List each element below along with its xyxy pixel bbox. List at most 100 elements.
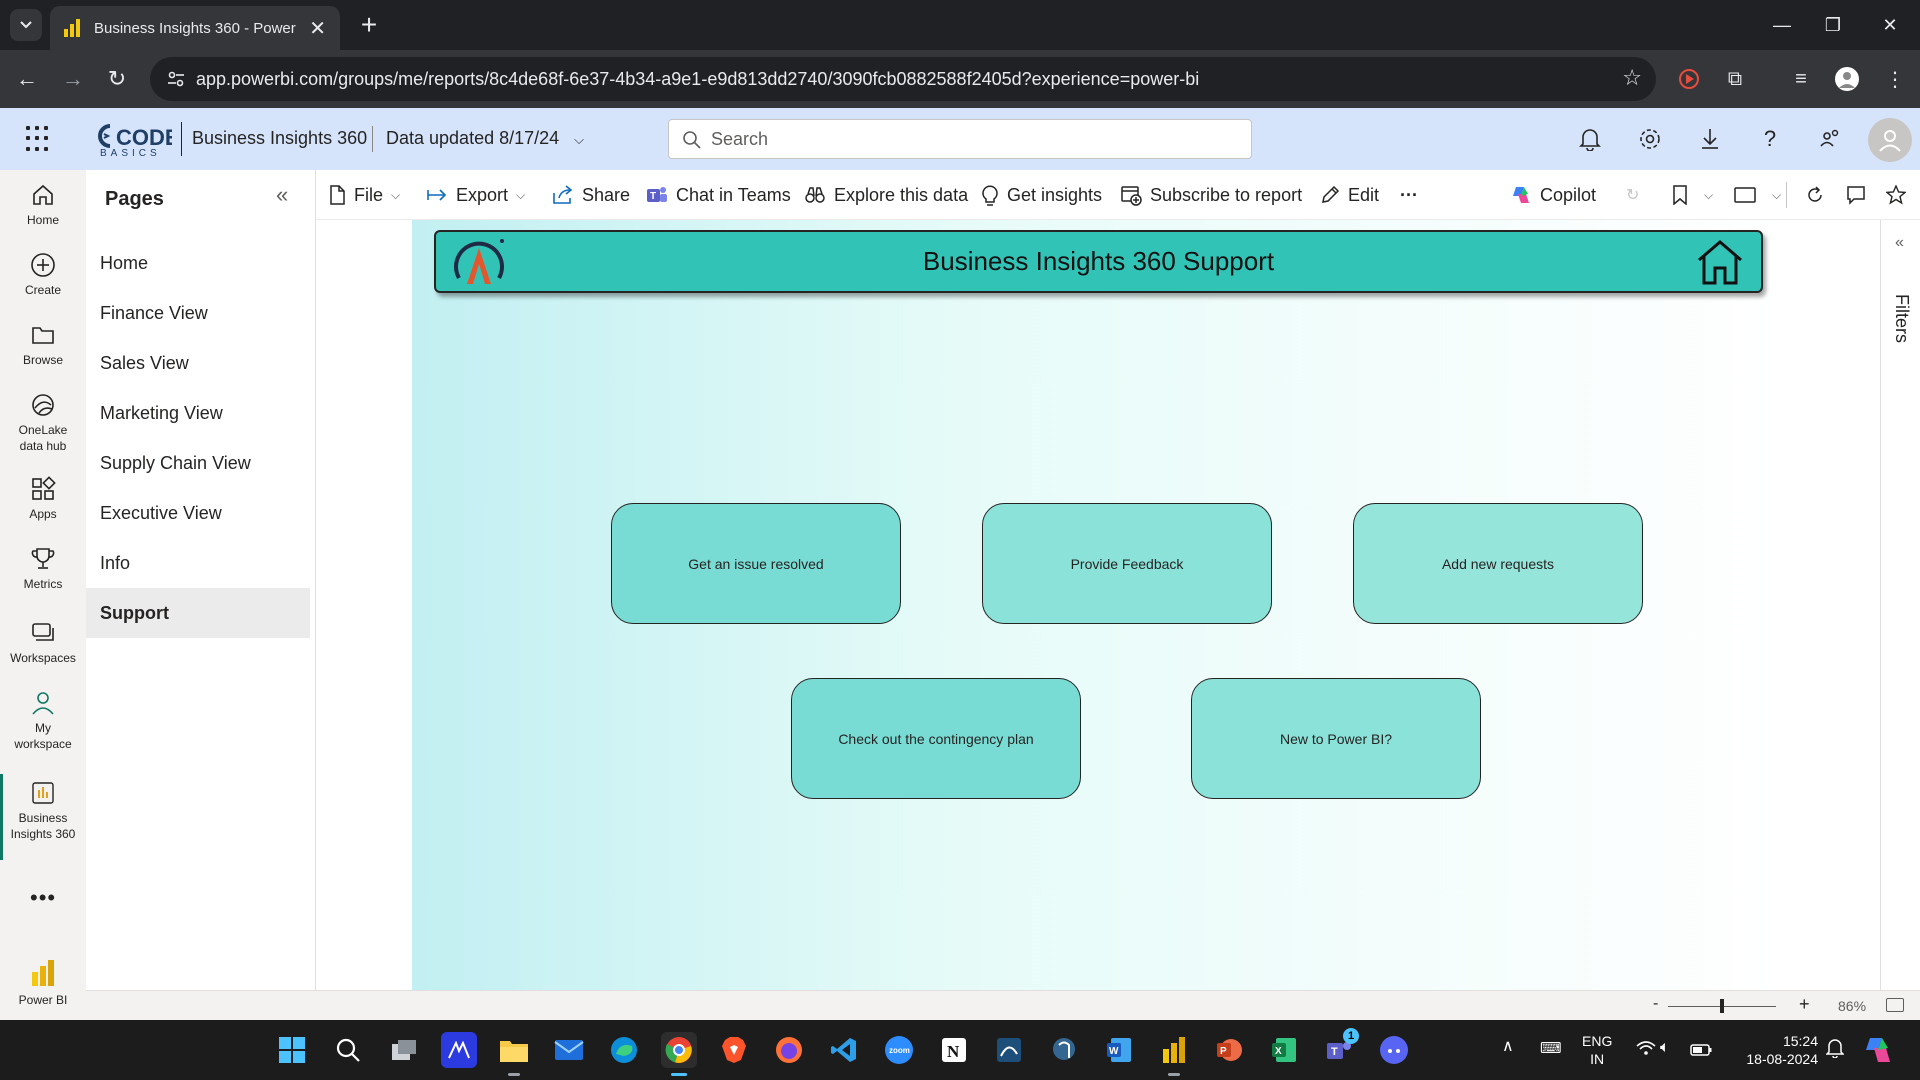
codebasics-logo[interactable]: CODE BASICS xyxy=(94,122,180,159)
provide-feedback-button[interactable]: Provide Feedback xyxy=(982,503,1272,624)
nav-apps[interactable]: Apps xyxy=(0,476,86,522)
page-item-supply-chain-view[interactable]: Supply Chain View xyxy=(86,438,310,488)
collapse-pane-icon[interactable]: « xyxy=(276,182,288,208)
more-actions-button[interactable]: ··· xyxy=(1400,170,1418,220)
clock[interactable]: 15:24 18-08-2024 xyxy=(1732,1032,1818,1068)
chrome-browser-icon[interactable] xyxy=(661,1032,697,1076)
vscode-app-icon[interactable] xyxy=(826,1032,862,1068)
download-icon[interactable] xyxy=(1693,122,1727,156)
contingency-plan-button[interactable]: Check out the contingency plan xyxy=(791,678,1081,799)
new-tab-button[interactable]: + xyxy=(352,8,386,42)
page-item-home[interactable]: Home xyxy=(86,238,310,288)
profile-avatar-icon[interactable] xyxy=(1832,64,1862,94)
nav-home[interactable]: Home xyxy=(0,182,86,228)
discord-app-icon[interactable] xyxy=(1376,1032,1412,1068)
taskbar-search-icon[interactable] xyxy=(330,1032,366,1068)
edit-button[interactable]: Edit xyxy=(1320,170,1379,220)
mysql-workbench-icon[interactable] xyxy=(991,1032,1027,1068)
export-menu-button[interactable]: Export ⌵ xyxy=(426,170,525,220)
start-windows-icon[interactable] xyxy=(274,1032,310,1068)
tab-close-icon[interactable]: ✕ xyxy=(309,16,326,41)
reload-button[interactable]: ↻ xyxy=(100,62,134,96)
url-bar[interactable]: app.powerbi.com/groups/me/reports/8c4de6… xyxy=(150,57,1656,101)
data-updated-dropdown[interactable]: Data updated 8/17/24 ⌵ xyxy=(386,128,584,149)
favorite-button[interactable] xyxy=(1886,170,1914,220)
fit-to-page-icon[interactable] xyxy=(1886,998,1904,1012)
notifications-bell-icon[interactable] xyxy=(1573,122,1607,156)
chat-in-teams-button[interactable]: T Chat in Teams xyxy=(646,170,791,220)
nav-browse[interactable]: Browse xyxy=(0,322,86,368)
word-app-icon[interactable]: W xyxy=(1101,1032,1137,1068)
powerbi-desktop-icon[interactable] xyxy=(1156,1032,1192,1076)
browser-tab-active[interactable]: Business Insights 360 - Power BI ✕ xyxy=(50,6,340,50)
zoom-app-icon[interactable]: zoom xyxy=(881,1032,917,1068)
mail-app-icon[interactable] xyxy=(551,1032,587,1068)
page-item-finance-view[interactable]: Finance View xyxy=(86,288,310,338)
teams-app-icon[interactable]: T 1 xyxy=(1321,1028,1359,1068)
comments-button[interactable] xyxy=(1846,170,1874,220)
nav-my-workspace[interactable]: My workspace xyxy=(0,690,86,752)
help-icon[interactable]: ? xyxy=(1753,122,1787,156)
page-item-sales-view[interactable]: Sales View xyxy=(86,338,310,388)
zoom-out-button[interactable]: - xyxy=(1653,995,1658,1013)
home-navigation-icon[interactable] xyxy=(1695,238,1745,286)
bookmark-star-icon[interactable]: ☆ xyxy=(1622,65,1642,91)
settings-gear-icon[interactable] xyxy=(1633,122,1667,156)
more-options-icon[interactable]: ••• xyxy=(30,885,56,911)
search-box[interactable] xyxy=(668,119,1252,159)
bookmark-dropdown[interactable]: ⌵ xyxy=(1672,170,1713,220)
restore-button[interactable]: ❐ xyxy=(1803,0,1863,50)
get-insights-button[interactable]: Get insights xyxy=(981,170,1102,220)
nav-onelake[interactable]: OneLake data hub xyxy=(0,392,86,454)
new-to-power-bi-button[interactable]: New to Power BI? xyxy=(1191,678,1481,799)
extensions-icon[interactable]: ⧉ xyxy=(1720,64,1750,94)
page-item-executive-view[interactable]: Executive View xyxy=(86,488,310,538)
add-new-requests-button[interactable]: Add new requests xyxy=(1353,503,1643,624)
show-hidden-icons[interactable]: ∧ xyxy=(1502,1038,1514,1056)
view-dropdown[interactable]: ⌵ xyxy=(1734,170,1781,220)
postgresql-app-icon[interactable] xyxy=(1046,1032,1082,1068)
language-indicator[interactable]: ENG IN xyxy=(1582,1032,1612,1068)
firefox-browser-icon[interactable] xyxy=(771,1032,807,1068)
feedback-people-icon[interactable] xyxy=(1813,122,1847,156)
task-view-icon[interactable] xyxy=(386,1032,422,1068)
site-settings-icon[interactable] xyxy=(166,69,186,89)
user-avatar[interactable] xyxy=(1868,118,1912,162)
refresh-button[interactable] xyxy=(1806,170,1832,220)
file-explorer-icon[interactable] xyxy=(496,1032,532,1076)
notification-center-icon[interactable] xyxy=(1825,1038,1845,1062)
volume-icon[interactable]: 🔈︎ xyxy=(1660,1039,1670,1057)
nav-create[interactable]: Create xyxy=(0,252,86,298)
share-button[interactable]: Share xyxy=(552,170,630,220)
back-button[interactable]: ← xyxy=(10,62,44,96)
workspace-name[interactable]: Business Insights 360 xyxy=(192,128,367,149)
copilot-button[interactable]: Copilot xyxy=(1510,170,1596,220)
zoom-in-button[interactable]: + xyxy=(1799,994,1810,1015)
page-item-info[interactable]: Info xyxy=(86,538,310,588)
nav-metrics[interactable]: Metrics xyxy=(0,546,86,592)
copilot-taskbar-icon[interactable] xyxy=(1862,1034,1894,1070)
battery-icon[interactable] xyxy=(1690,1042,1712,1060)
app-launcher-icon[interactable] xyxy=(26,126,52,152)
search-input[interactable] xyxy=(711,128,1251,150)
explore-data-button[interactable]: Explore this data xyxy=(804,170,968,220)
page-item-marketing-view[interactable]: Marketing View xyxy=(86,388,310,438)
keyboard-icon[interactable]: ⌨ xyxy=(1540,1040,1562,1058)
subscribe-button[interactable]: Subscribe to report xyxy=(1120,170,1302,220)
expand-filters-icon[interactable]: « xyxy=(1895,234,1904,252)
tab-search-button[interactable] xyxy=(10,9,42,41)
record-extension-icon[interactable] xyxy=(1674,64,1704,94)
edge-browser-icon[interactable] xyxy=(606,1032,642,1068)
autodraw-app-icon[interactable] xyxy=(441,1032,477,1068)
window-close-button[interactable]: ✕ xyxy=(1860,0,1920,50)
browser-menu-icon[interactable]: ⋮ xyxy=(1880,64,1910,94)
reset-icon[interactable]: ↻ xyxy=(1626,170,1639,220)
excel-app-icon[interactable]: X xyxy=(1266,1032,1302,1068)
powerpoint-app-icon[interactable]: P xyxy=(1211,1032,1247,1068)
get-issue-resolved-button[interactable]: Get an issue resolved xyxy=(611,503,901,624)
forward-button[interactable]: → xyxy=(56,62,90,96)
page-item-support[interactable]: Support xyxy=(86,588,310,638)
zoom-slider-thumb[interactable] xyxy=(1720,999,1724,1013)
wifi-icon[interactable] xyxy=(1636,1040,1656,1060)
media-control-icon[interactable]: ≡ xyxy=(1786,64,1816,94)
